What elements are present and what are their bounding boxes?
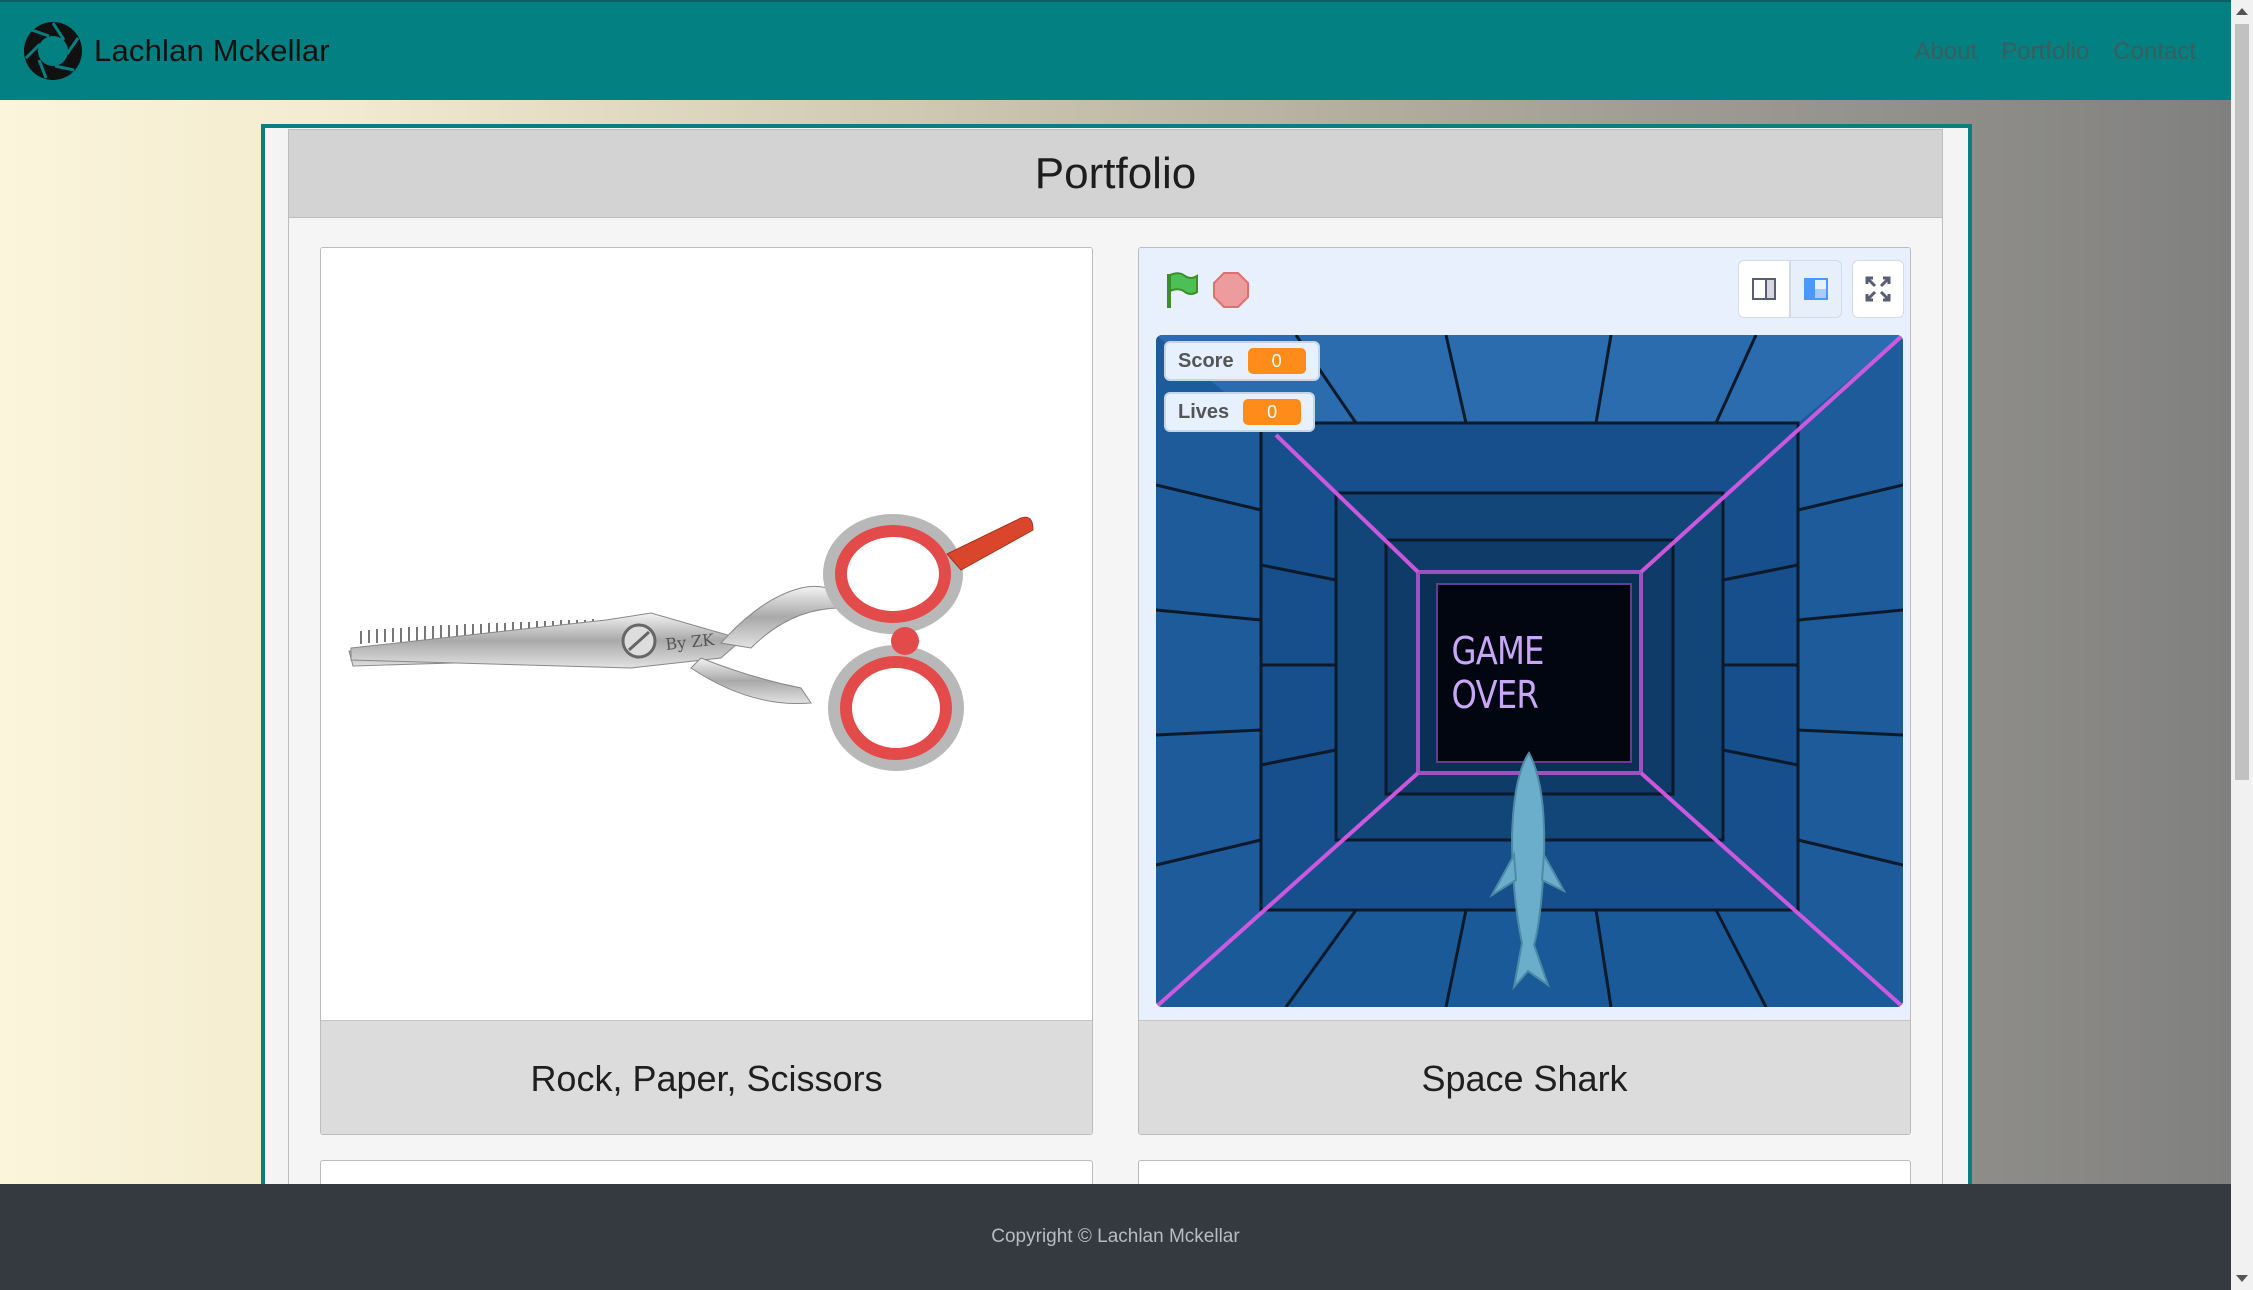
small-stage-button[interactable]	[1738, 260, 1790, 318]
panel-header: Portfolio	[289, 130, 1942, 218]
brand-name[interactable]: Lachlan Mckellar	[94, 33, 330, 69]
card-footer: Space Shark	[1139, 1020, 1910, 1134]
scroll-thumb[interactable]	[2235, 24, 2249, 780]
lives-value: 0	[1243, 399, 1302, 425]
card-footer: Rock, Paper, Scissors	[321, 1020, 1092, 1134]
score-value: 0	[1247, 348, 1306, 374]
score-monitor: Score 0	[1164, 341, 1320, 381]
small-stage-icon	[1752, 278, 1776, 300]
score-label: Score	[1178, 349, 1234, 372]
scissors-image[interactable]: By ZK	[321, 248, 1092, 1020]
aperture-logo-icon	[24, 22, 82, 80]
scratch-game-embed[interactable]: Score 0 Lives 0 GAME OVER	[1139, 248, 1910, 1020]
project-card-rock-paper-scissors[interactable]: By ZK Rock, Paper, Scissors	[320, 247, 1093, 1135]
page-title: Portfolio	[1034, 148, 1197, 198]
scratch-stage[interactable]: Score 0 Lives 0 GAME OVER	[1156, 335, 1903, 1007]
fullscreen-icon	[1865, 276, 1891, 302]
card-title[interactable]: Space Shark	[1421, 1058, 1627, 1100]
scratch-controls	[1139, 248, 1910, 332]
lives-label: Lives	[1178, 400, 1230, 423]
nav-link-about[interactable]: About	[1915, 38, 1978, 66]
lives-monitor: Lives 0	[1164, 392, 1316, 432]
fullscreen-button[interactable]	[1852, 260, 1904, 318]
navbar: Lachlan Mckellar About Portfolio Contact	[0, 0, 2231, 100]
footer: Copyright © Lachlan Mckellar	[0, 1184, 2231, 1290]
brand[interactable]: Lachlan Mckellar	[22, 20, 330, 82]
copyright-text: Copyright © Lachlan Mckellar	[991, 1226, 1240, 1247]
project-card-space-shark[interactable]: Score 0 Lives 0 GAME OVER Space Shark	[1138, 247, 1911, 1135]
page-scrollbar[interactable]	[2231, 0, 2253, 1290]
nav-links: About Portfolio Contact	[1915, 38, 2196, 66]
large-stage-icon	[1804, 278, 1828, 300]
game-over-text: GAME OVER	[1451, 629, 1545, 717]
scissors-icon: By ZK	[348, 514, 1034, 771]
scroll-down-icon[interactable]	[2236, 1275, 2248, 1282]
nav-link-contact[interactable]: Contact	[2113, 38, 2196, 66]
stop-icon[interactable]	[1211, 270, 1251, 310]
scroll-up-icon[interactable]	[2236, 8, 2248, 15]
nav-link-portfolio[interactable]: Portfolio	[2001, 38, 2089, 66]
card-title[interactable]: Rock, Paper, Scissors	[530, 1058, 882, 1100]
green-flag-icon[interactable]	[1161, 270, 1201, 310]
large-stage-button[interactable]	[1790, 260, 1842, 318]
